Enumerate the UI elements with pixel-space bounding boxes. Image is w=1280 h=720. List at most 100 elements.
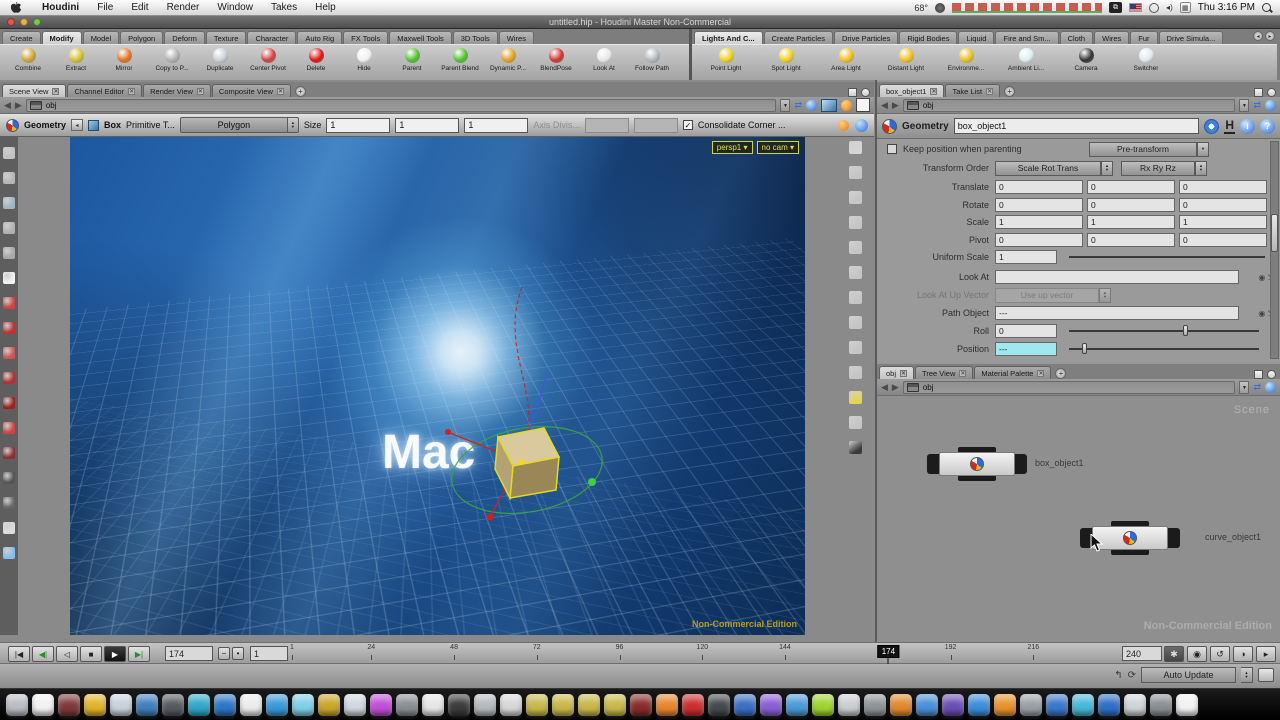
audio-toggle-icon[interactable]: ◑ (1233, 646, 1253, 662)
dock-app-icon-11[interactable] (292, 694, 314, 716)
rotate-input-y[interactable] (1087, 198, 1175, 212)
dock-app-icon-32[interactable] (838, 694, 860, 716)
side-tool-icon-2[interactable] (849, 191, 862, 204)
dock-app-icon-3[interactable] (84, 694, 106, 716)
dock-app-icon-13[interactable] (344, 694, 366, 716)
tab-material-palette[interactable]: Material Palette✕ (974, 366, 1051, 379)
prev-keyframe-button[interactable]: ◀| (32, 646, 54, 662)
dock-app-icon-34[interactable] (890, 694, 912, 716)
shelf-left-tool-extract[interactable]: Extract (52, 47, 100, 80)
shelf-right-tool-ambient-li-[interactable]: Ambient Li... (996, 47, 1056, 80)
dock-app-icon-24[interactable] (630, 694, 652, 716)
tab-channel-editor[interactable]: Channel Editor✕ (67, 84, 142, 97)
left-tool-icon-4[interactable] (3, 247, 15, 259)
shelf-left-tool-center-pivot[interactable]: Center Pivot (244, 47, 292, 80)
range-start-input[interactable] (250, 646, 288, 661)
help-sphere-icon[interactable] (855, 119, 868, 132)
tab-render-view[interactable]: Render View✕ (143, 84, 211, 97)
pivot-input-z[interactable] (1179, 233, 1267, 247)
position-input[interactable] (995, 342, 1057, 356)
shelf-scroll-left-button[interactable]: ◂ (1253, 31, 1263, 41)
uniform-scale-slider[interactable] (1069, 256, 1265, 258)
dock-app-icon-26[interactable] (682, 694, 704, 716)
update-mode-dropdown[interactable]: Auto Update (1141, 667, 1236, 683)
menu-window[interactable]: Window (208, 2, 262, 13)
close-tab-icon[interactable]: ✕ (277, 88, 284, 95)
clock-label[interactable]: Thu 3:16 PM (1198, 2, 1255, 13)
dock-app-icon-42[interactable] (1098, 694, 1120, 716)
network-path-dropdown[interactable]: ▼ (1239, 381, 1249, 394)
realtime-toggle-icon[interactable]: ◉ (1187, 646, 1207, 662)
link-icon[interactable]: ⇄ (794, 100, 802, 111)
forward-arrow-icon[interactable]: ▶ (15, 100, 22, 111)
side-tool-icon-1[interactable] (849, 166, 862, 179)
pane-menu-icon[interactable] (861, 88, 870, 97)
pretransform-stepper[interactable]: ▼ (1197, 142, 1209, 157)
battery-icon[interactable] (1149, 3, 1159, 13)
side-tool-icon-10[interactable] (849, 391, 862, 404)
pivot-input-y[interactable] (1087, 233, 1175, 247)
dock-app-icon-43[interactable] (1124, 694, 1146, 716)
network-maximize-icon[interactable] (1254, 370, 1263, 379)
display-icon[interactable]: ⧉ (1109, 2, 1122, 13)
close-tab-icon[interactable]: ✕ (128, 88, 135, 95)
shelf-left-tab-texture[interactable]: Texture (206, 31, 247, 44)
menu-render[interactable]: Render (158, 2, 209, 13)
network-forward-icon[interactable]: ▶ (892, 382, 899, 393)
side-tool-icon-8[interactable] (849, 341, 862, 354)
look-at-input[interactable] (995, 270, 1239, 284)
dock-app-icon-22[interactable] (578, 694, 600, 716)
network-link-icon[interactable]: ⇄ (1253, 382, 1261, 393)
shelf-right-tab-rigid-bodies[interactable]: Rigid Bodies (899, 31, 957, 44)
tab-take-list[interactable]: Take List✕ (945, 84, 1000, 97)
shelf-right-tool-point-light[interactable]: Point Light (696, 47, 756, 80)
param-path-dropdown[interactable]: ▼ (1239, 99, 1249, 112)
help-icon[interactable]: ? (1260, 119, 1275, 134)
side-tool-icon-5[interactable] (849, 266, 862, 279)
side-tool-icon-11[interactable] (849, 416, 862, 429)
dock-app-icon-0[interactable] (6, 694, 28, 716)
close-tab-icon[interactable]: ✕ (1037, 370, 1044, 377)
dock-app-icon-17[interactable] (448, 694, 470, 716)
rotate-input-z[interactable] (1179, 198, 1267, 212)
shelf-left-tab-create[interactable]: Create (2, 31, 41, 44)
next-keyframe-button[interactable]: ▶| (128, 646, 150, 662)
undo-icon[interactable]: ↰ (1114, 670, 1122, 681)
shelf-left-tab-modify[interactable]: Modify (42, 31, 82, 44)
spotlight-icon[interactable] (1262, 3, 1272, 13)
menu-file[interactable]: File (88, 2, 122, 13)
node-label-curve[interactable]: curve_object1 (1205, 532, 1261, 542)
network-globe-icon[interactable] (1265, 382, 1276, 393)
roll-slider-handle[interactable] (1183, 325, 1188, 336)
dock-app-icon-4[interactable] (110, 694, 132, 716)
frame-decrement-button[interactable]: − (218, 647, 230, 660)
param-link-icon[interactable]: ⇄ (1253, 100, 1261, 111)
size-x-input[interactable] (326, 118, 390, 133)
roll-input[interactable] (995, 324, 1057, 338)
dock-app-icon-41[interactable] (1072, 694, 1094, 716)
scale-input-y[interactable] (1087, 215, 1175, 229)
side-tool-icon-12[interactable] (849, 441, 862, 454)
node-name-input[interactable] (954, 118, 1200, 134)
path-dropdown-button[interactable]: ▼ (780, 99, 790, 112)
primitive-type-select[interactable]: Polygon (180, 117, 288, 133)
window-titlebar[interactable]: untitled.hip - Houdini Master Non-Commer… (0, 16, 1280, 29)
close-tab-icon[interactable]: ✕ (197, 88, 204, 95)
dock-app-icon-9[interactable] (240, 694, 262, 716)
rewind-to-start-button[interactable]: |◀ (8, 646, 30, 662)
left-tool-icon-0[interactable] (3, 147, 15, 159)
single-view-icon[interactable] (856, 98, 870, 112)
shelf-right-tab-lights-and-c-[interactable]: Lights And C... (694, 31, 763, 44)
close-tab-icon[interactable]: ✕ (930, 88, 937, 95)
dock-app-icon-27[interactable] (708, 694, 730, 716)
side-tool-icon-0[interactable] (849, 141, 862, 154)
shelf-right-tool-environme-[interactable]: Environme... (936, 47, 996, 80)
operation-dropdown-button[interactable]: ◂ (71, 119, 83, 131)
volume-icon[interactable]: ◂) (1166, 3, 1173, 12)
frame-increment-button[interactable]: • (232, 647, 244, 660)
dock-app-icon-2[interactable] (58, 694, 80, 716)
dock-app-icon-44[interactable] (1150, 694, 1172, 716)
shelf-right-tab-liquid[interactable]: Liquid (958, 31, 994, 44)
close-tab-icon[interactable]: ✕ (900, 370, 907, 377)
transform-manipulator[interactable] (70, 137, 805, 635)
